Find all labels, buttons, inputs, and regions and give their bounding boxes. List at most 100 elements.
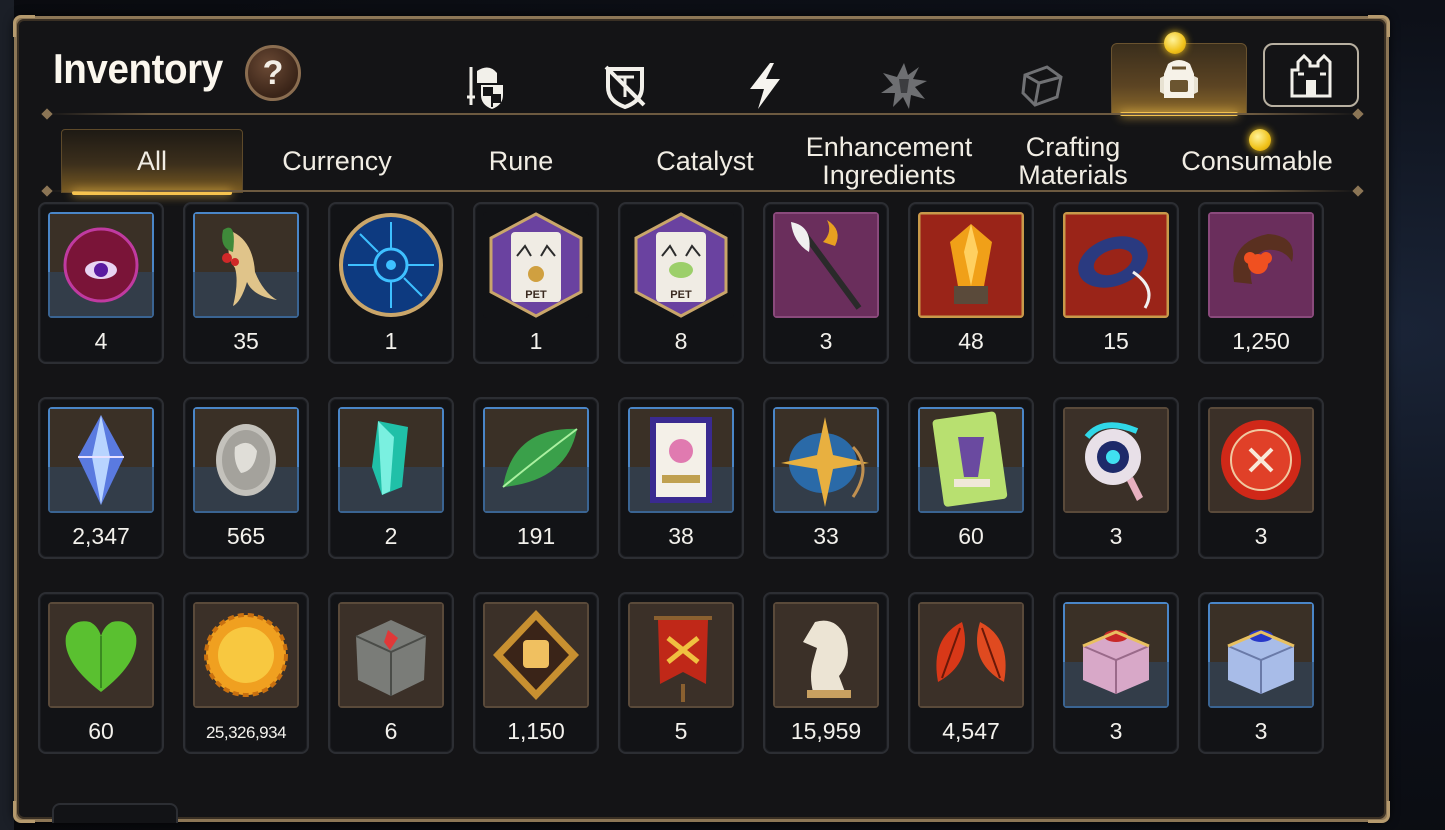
tab-material[interactable]	[1007, 53, 1077, 119]
inventory-grid: 4 35 1 PET 1 PET 8 3 48 15 1,250 2,347 565 2 191 38 33 60…	[38, 202, 1324, 754]
item-slot[interactable]: 60	[908, 397, 1034, 559]
item-slot[interactable]: 1	[328, 202, 454, 364]
cyan-orb-device-icon	[1063, 407, 1169, 513]
war-banner-icon	[628, 602, 734, 708]
tab-emblem[interactable]	[869, 53, 939, 119]
help-button[interactable]: ?	[245, 45, 301, 101]
subtab-crafting-materials[interactable]: Crafting Materials	[981, 129, 1165, 193]
subtab-label: Enhancement Ingredients	[805, 132, 973, 190]
item-slot[interactable]: 48	[908, 202, 1034, 364]
item-slot[interactable]: 2	[328, 397, 454, 559]
item-quantity: 38	[668, 523, 694, 549]
item-quantity: 191	[516, 523, 556, 549]
item-slot[interactable]: 1,250	[1198, 202, 1324, 364]
tab-inventory[interactable]	[1111, 32, 1247, 116]
page-title: Inventory	[53, 45, 223, 92]
item-thumbnail	[193, 407, 299, 513]
item-slot[interactable]: 15	[1053, 202, 1179, 364]
subtab-consumable[interactable]: Consumable	[1165, 129, 1349, 193]
subtab-label: Crafting Materials	[1018, 132, 1128, 190]
item-thumbnail: PET	[483, 212, 589, 318]
divider-ornament	[1352, 108, 1364, 120]
castle-storage-button[interactable]	[1263, 43, 1359, 107]
subtab-all[interactable]: All	[61, 129, 243, 195]
item-slot[interactable]: 4,547	[908, 592, 1034, 754]
item-slot[interactable]: 191	[473, 397, 599, 559]
item-quantity: 3	[1254, 718, 1268, 744]
gold-sun-coin-icon	[193, 602, 299, 708]
fist-emblem-icon	[483, 602, 589, 708]
item-quantity: 4,547	[942, 718, 1000, 744]
item-quantity: 8	[674, 328, 688, 354]
pet-card-icon	[628, 407, 734, 513]
item-slot[interactable]: 5	[618, 592, 744, 754]
tab-defense[interactable]	[590, 53, 660, 119]
tab-boost[interactable]	[730, 53, 800, 119]
item-slot[interactable]: 15,959	[763, 592, 889, 754]
item-slot[interactable]: 1,150	[473, 592, 599, 754]
subtab-rune[interactable]: Rune	[429, 129, 613, 193]
item-slot[interactable]: 25,326,934	[183, 592, 309, 754]
item-quantity: 3	[819, 328, 833, 354]
subtab-currency[interactable]: Currency	[245, 129, 429, 193]
subtab-label: Currency	[282, 146, 392, 176]
cube-icon	[1021, 65, 1063, 107]
item-slot[interactable]: 3	[1198, 592, 1324, 754]
item-slot[interactable]: 3	[1198, 397, 1324, 559]
subtab-label: Rune	[488, 146, 554, 176]
blue-gem-icon	[48, 407, 154, 513]
item-quantity: 15,959	[790, 718, 862, 744]
item-thumbnail	[48, 212, 154, 318]
item-slot[interactable]: 2,347	[38, 397, 164, 559]
item-slot[interactable]: 3	[763, 202, 889, 364]
item-slot[interactable]: 60	[38, 592, 164, 754]
item-quantity: 3	[1254, 523, 1268, 549]
star-compass-icon	[773, 407, 879, 513]
item-thumbnail: PET	[628, 212, 734, 318]
panel-corner-ornament	[13, 801, 35, 823]
item-thumbnail	[1063, 212, 1169, 318]
blue-belt-icon	[1063, 212, 1169, 318]
svg-text:PET: PET	[670, 289, 692, 301]
item-slot[interactable]: 3	[1053, 397, 1179, 559]
subtab-catalyst[interactable]: Catalyst	[613, 129, 797, 193]
silver-coin-icon	[193, 407, 299, 513]
item-quantity: 5	[674, 718, 688, 744]
item-slot[interactable]: 38	[618, 397, 744, 559]
item-slot[interactable]: 4	[38, 202, 164, 364]
item-slot[interactable]: 33	[763, 397, 889, 559]
divider-ornament	[41, 108, 53, 120]
item-thumbnail	[1208, 212, 1314, 318]
item-thumbnail	[48, 602, 154, 708]
item-slot[interactable]: 35	[183, 202, 309, 364]
item-slot[interactable]: PET 1	[473, 202, 599, 364]
white-knight-icon	[773, 602, 879, 708]
item-thumbnail	[1208, 602, 1314, 708]
item-thumbnail	[338, 407, 444, 513]
item-thumbnail	[628, 602, 734, 708]
item-thumbnail	[193, 212, 299, 318]
notification-dot	[1249, 129, 1271, 151]
pink-chest-icon	[1063, 602, 1169, 708]
item-thumbnail	[773, 602, 879, 708]
red-leaves-icon	[918, 602, 1024, 708]
item-slot[interactable]: 565	[183, 397, 309, 559]
item-thumbnail	[918, 212, 1024, 318]
item-quantity: 1,150	[507, 718, 565, 744]
item-slot[interactable]: 6	[328, 592, 454, 754]
subtab-enhancement-ingredients[interactable]: Enhancement Ingredients	[797, 129, 981, 193]
item-quantity: 3	[1109, 523, 1123, 549]
tab-equipment[interactable]	[451, 53, 521, 119]
item-quantity: 60	[88, 718, 114, 744]
item-quantity: 48	[958, 328, 984, 354]
subtab-label: All	[136, 146, 167, 176]
item-thumbnail	[338, 602, 444, 708]
green-heart-icon	[48, 602, 154, 708]
item-slot[interactable]: PET 8	[618, 202, 744, 364]
item-quantity: 1	[384, 328, 398, 354]
item-quantity: 1	[529, 328, 543, 354]
panel-corner-ornament	[13, 15, 35, 37]
item-quantity: 565	[226, 523, 266, 549]
item-slot[interactable]: 3	[1053, 592, 1179, 754]
item-thumbnail	[628, 407, 734, 513]
